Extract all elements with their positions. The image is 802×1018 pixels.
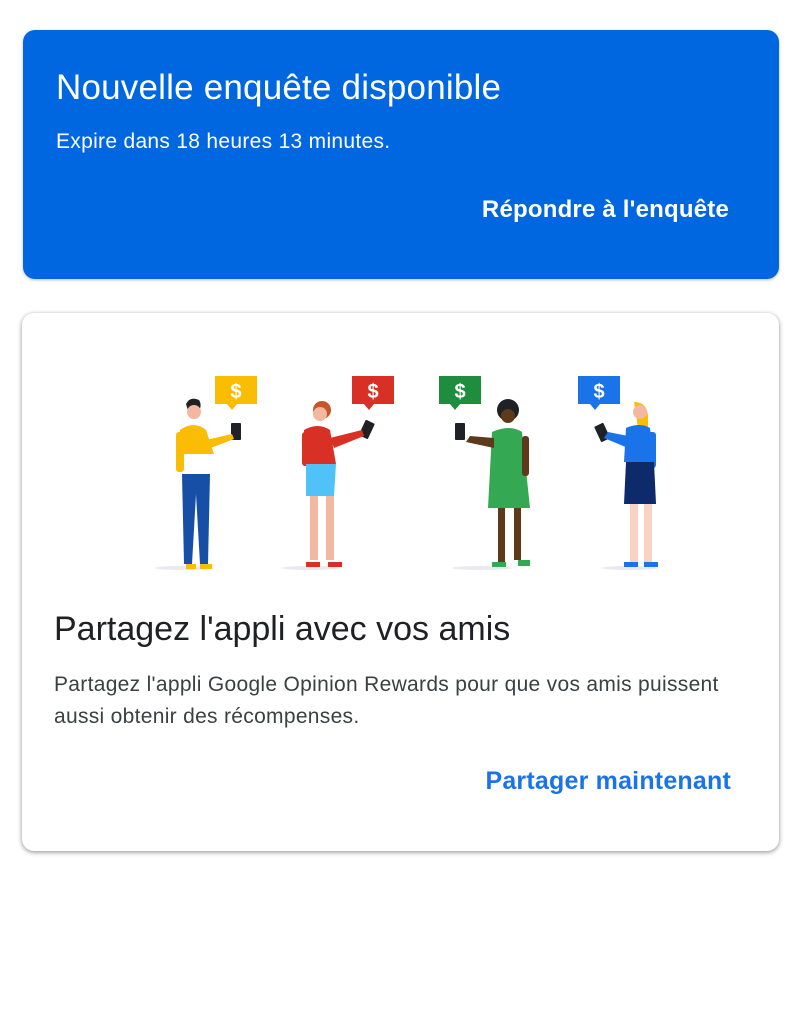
survey-title: Nouvelle enquête disponible — [56, 68, 502, 107]
person-blue-icon: $ — [578, 376, 658, 567]
answer-survey-button[interactable]: Répondre à l'enquête — [482, 196, 729, 224]
page: Nouvelle enquête disponible Expire dans … — [0, 0, 802, 1018]
svg-text:$: $ — [367, 381, 378, 403]
share-now-button[interactable]: Partager maintenant — [485, 767, 731, 796]
person-green-icon: $ — [439, 376, 530, 567]
person-yellow-icon: $ — [176, 376, 257, 569]
survey-card[interactable]: Nouvelle enquête disponible Expire dans … — [23, 30, 779, 279]
people-sharing-rewards-illustration: $ $ $ $ — [154, 376, 658, 570]
survey-expiry-text: Expire dans 18 heures 13 minutes. — [56, 130, 391, 153]
share-app-card: $ $ $ $ Partagez l'appli avec vos amis P… — [22, 313, 779, 851]
svg-text:$: $ — [454, 381, 465, 403]
svg-text:$: $ — [593, 381, 604, 403]
person-red-icon: $ — [302, 376, 394, 567]
share-card-title: Partagez l'appli avec vos amis — [54, 610, 511, 648]
svg-text:$: $ — [230, 381, 241, 403]
share-card-description: Partagez l'appli Google Opinion Rewards … — [54, 673, 719, 728]
